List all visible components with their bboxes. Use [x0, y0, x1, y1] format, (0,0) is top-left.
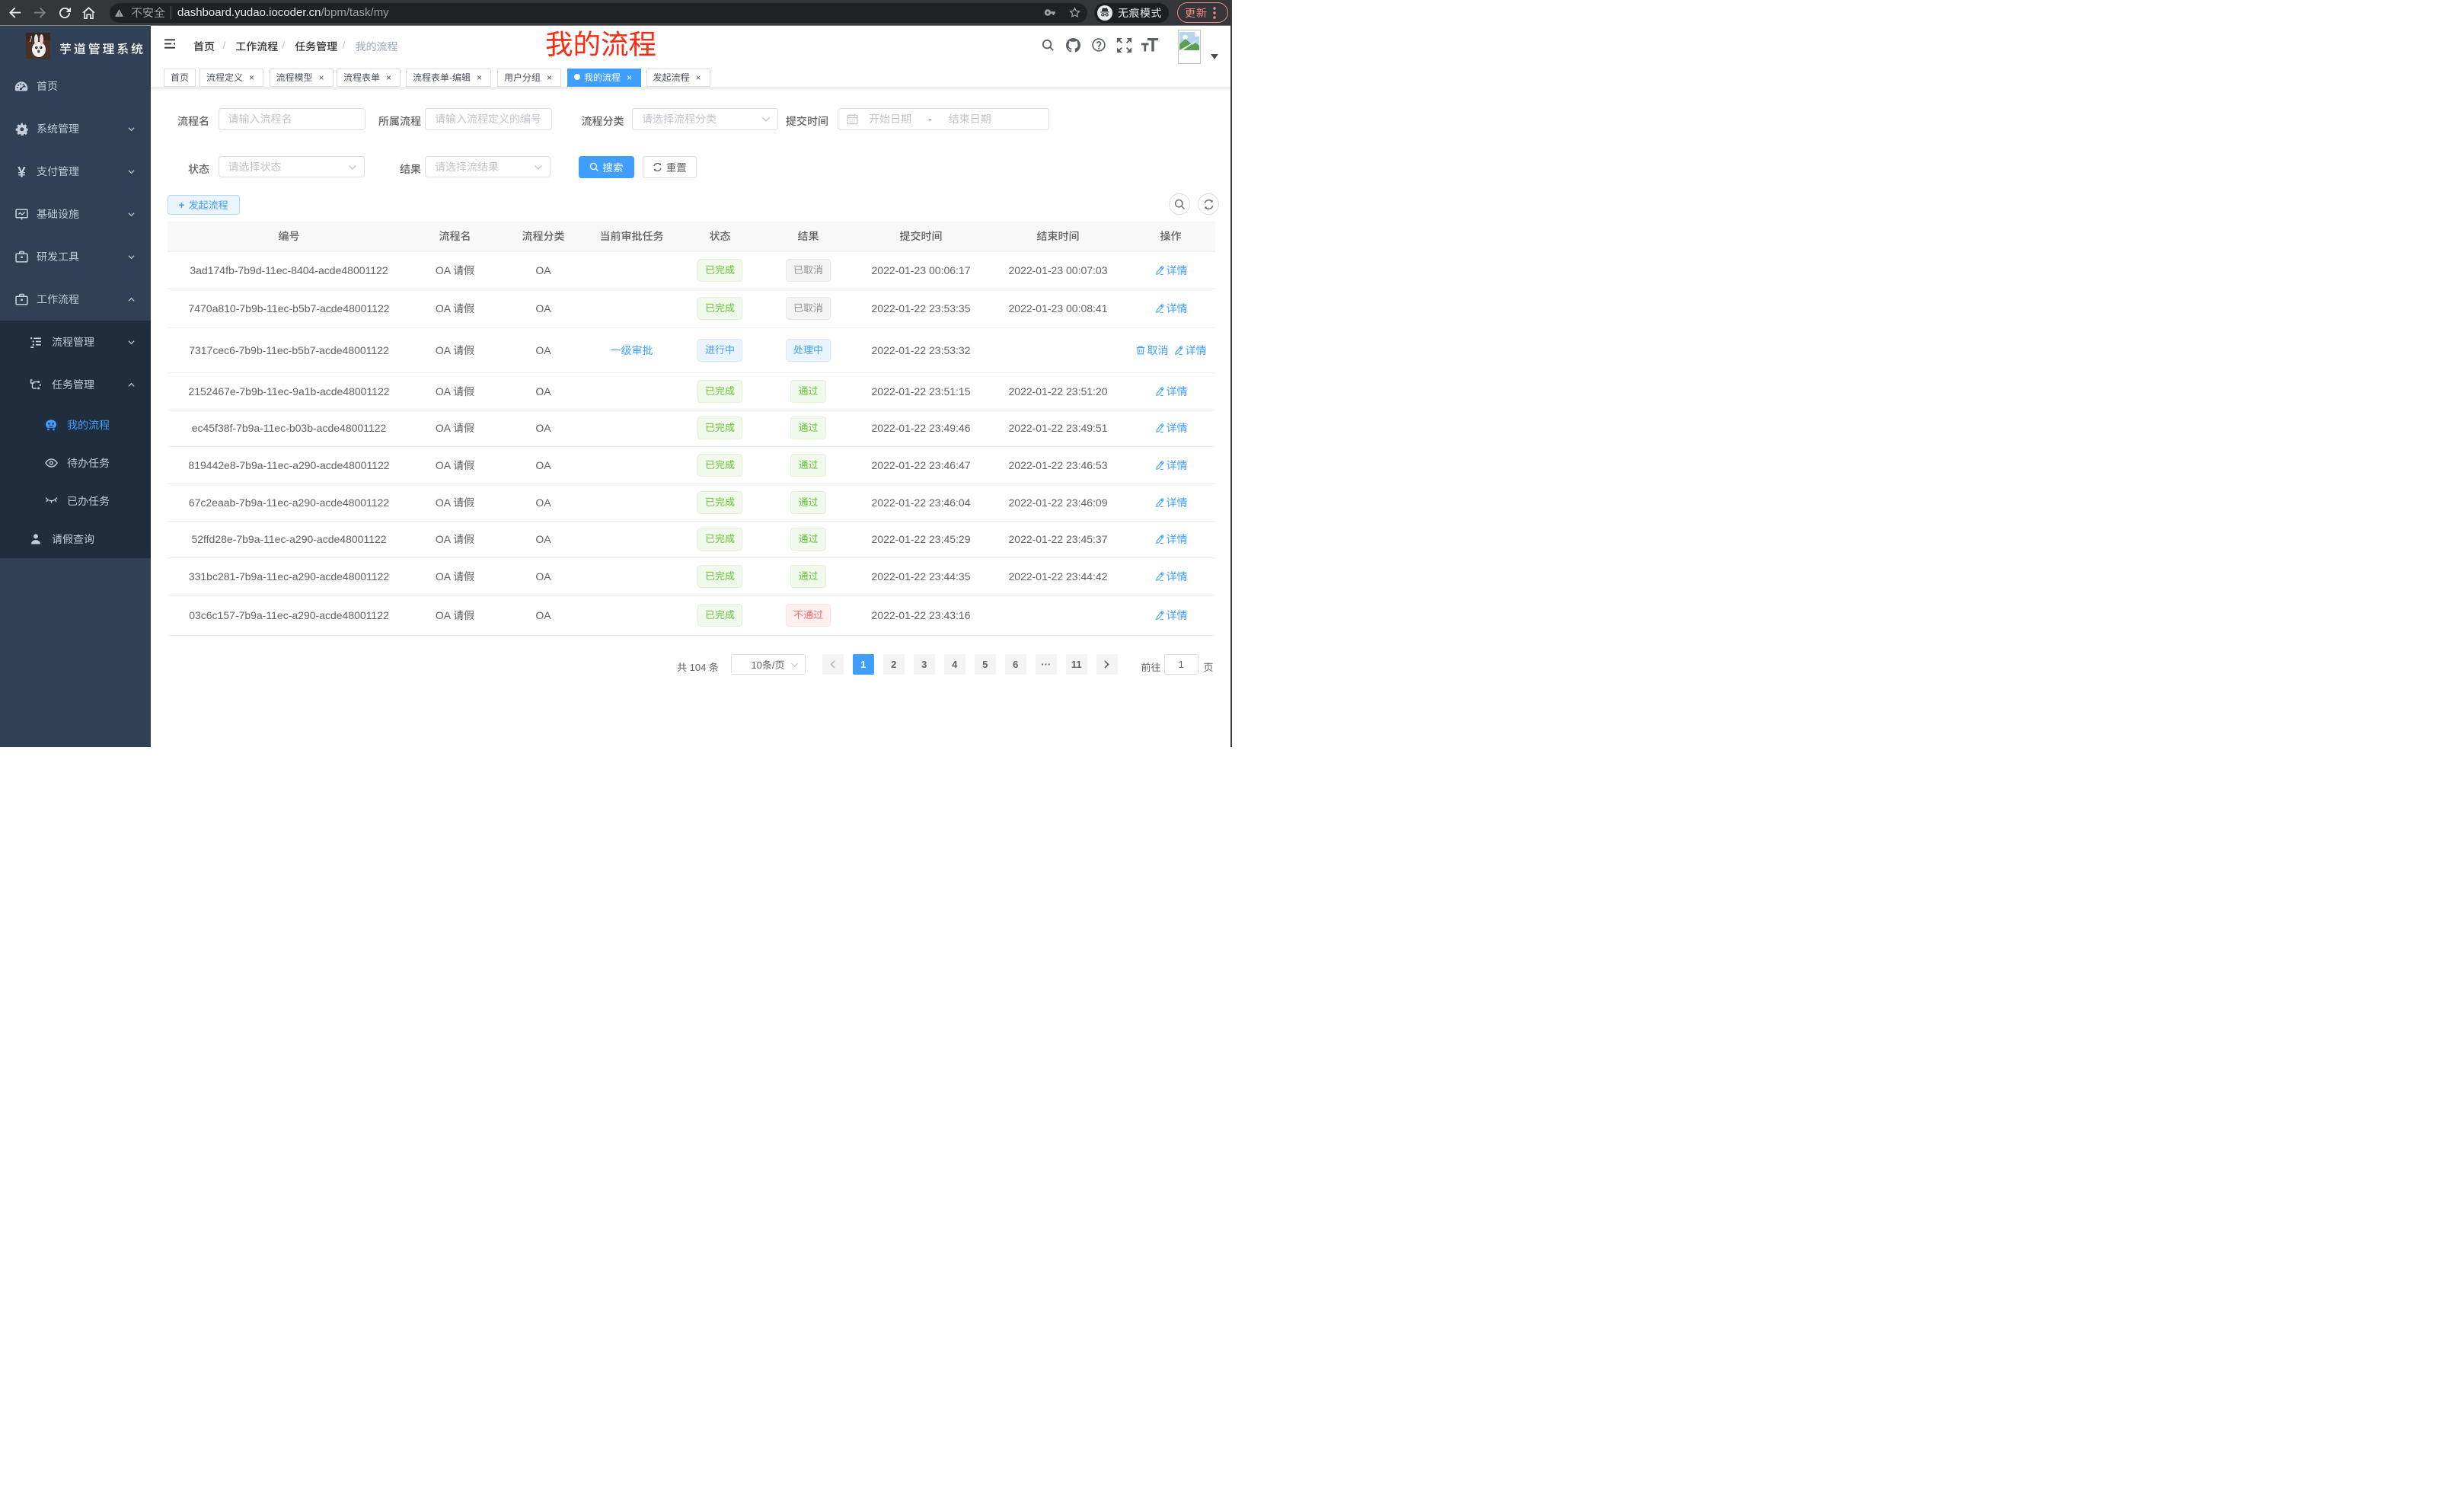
svg-text:¥: ¥	[18, 165, 26, 178]
